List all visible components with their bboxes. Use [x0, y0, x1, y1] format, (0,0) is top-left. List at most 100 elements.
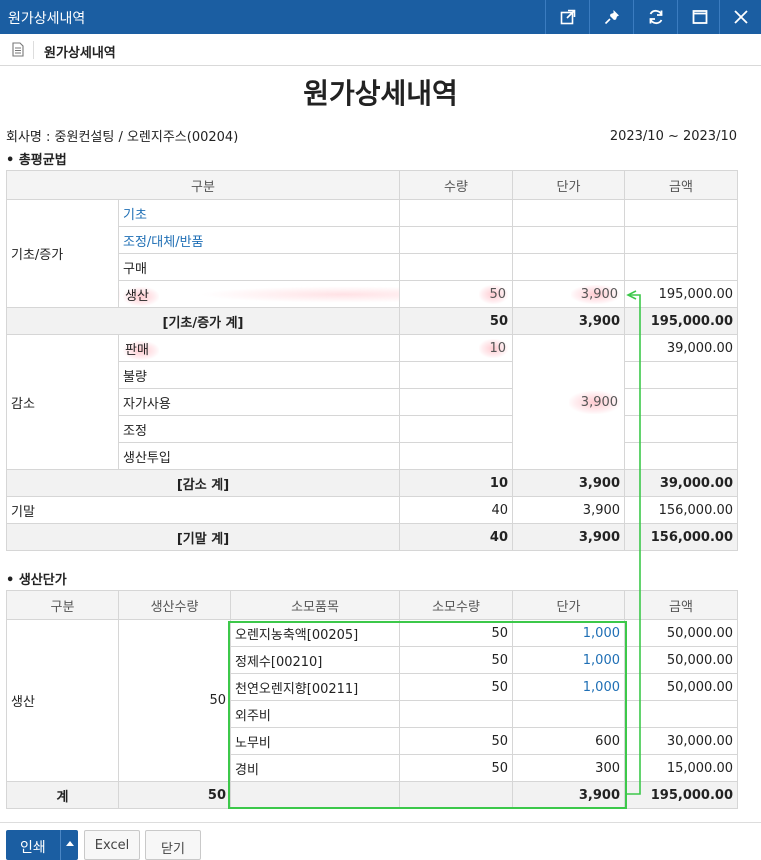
price-cell: 300 — [512, 754, 625, 782]
subtotal-row: [기말 계] 40 3,900 156,000.00 — [5, 523, 739, 551]
row-label: 생산투입 — [117, 442, 401, 470]
amount-cell — [624, 361, 739, 389]
row-label: 조정 — [117, 415, 401, 443]
row-label: 판매 — [117, 334, 401, 362]
header-amount: 금액 — [624, 590, 738, 620]
divider — [33, 41, 34, 59]
price-cell: 3,900 — [512, 496, 626, 524]
tab-bar: 원가상세내역 — [0, 34, 761, 66]
amount-cell: 50,000.00 — [624, 646, 738, 674]
item-cell: 오렌지농축액[00205] — [230, 619, 400, 647]
table-header: 구분 수량 단가 금액 — [5, 170, 739, 200]
refresh-icon — [649, 9, 662, 25]
item-cell: 노무비 — [230, 727, 400, 755]
refresh-button[interactable] — [633, 0, 677, 34]
highlighted-qty: 50 — [479, 284, 509, 304]
price-link[interactable]: 1,000 — [512, 646, 625, 674]
highlighted-label: 생산 — [123, 286, 159, 306]
table-header: 구분 생산수량 소모품목 소모수량 단가 금액 — [6, 590, 738, 620]
amount-cell: 50,000.00 — [624, 673, 738, 701]
qty-cell: 50 — [399, 280, 514, 308]
category-cell: 생산 — [6, 619, 119, 782]
amount-cell — [624, 253, 739, 281]
table-row: 생산 50 오렌지농축액[00205] 50 1,000 50,000.00 — [6, 619, 738, 782]
subtotal-label: [감소 계] — [5, 469, 401, 497]
period: 2023/10 ~ 2023/10 — [609, 129, 737, 144]
price-link[interactable]: 1,000 — [512, 619, 625, 647]
item-cell: 외주비 — [230, 700, 400, 728]
header-price: 단가 — [512, 170, 626, 200]
subtotal-row: [감소 계] 10 3,900 39,000.00 — [5, 469, 739, 497]
qty-cell: 10 — [399, 469, 514, 497]
amount-cell: 156,000.00 — [624, 496, 739, 524]
footer-bar: 인쇄 Excel 닫기 — [0, 822, 761, 860]
header-prod-qty: 생산수량 — [118, 590, 231, 620]
qty-cell — [399, 253, 514, 281]
price-cell: 3,900 — [512, 280, 626, 308]
close-button[interactable] — [719, 0, 761, 34]
window-titlebar: 원가상세내역 — [0, 0, 761, 34]
header-qty: 수량 — [399, 170, 514, 200]
subtotal-label: [기말 계] — [5, 523, 401, 551]
price-cell: 3,900 — [512, 523, 626, 551]
subtotal-label: [기초/증가 계] — [5, 307, 401, 335]
section-title-average: • 총평균법 — [6, 153, 67, 168]
tab-label: 원가상세내역 — [44, 46, 116, 61]
qty-cell: 50 — [399, 673, 513, 701]
header-category: 구분 — [5, 170, 401, 200]
qty-cell: 10 — [399, 334, 514, 362]
price-cell — [512, 226, 626, 254]
highlighted-qty: 10 — [479, 338, 509, 358]
print-label: 인쇄 — [20, 840, 46, 856]
window-title: 원가상세내역 — [8, 11, 86, 27]
pin-button[interactable] — [589, 0, 633, 34]
amount-cell: 195,000.00 — [624, 781, 738, 809]
item-cell: 경비 — [230, 754, 400, 782]
price-cell — [512, 253, 626, 281]
amount-cell: 195,000.00 — [624, 307, 739, 335]
qty-cell: 40 — [399, 496, 514, 524]
print-button[interactable]: 인쇄 — [6, 830, 78, 860]
prod-qty-cell: 50 — [118, 619, 231, 782]
header-used-qty: 소모수량 — [399, 590, 513, 620]
total-row: 계 50 3,900 195,000.00 — [6, 781, 738, 809]
header-amount: 금액 — [624, 170, 739, 200]
header-category: 구분 — [6, 590, 119, 620]
qty-cell — [399, 700, 513, 728]
qty-cell: 50 — [399, 754, 513, 782]
row-label-link[interactable]: 조정/대체/반품 — [117, 226, 401, 254]
amount-cell: 39,000.00 — [624, 469, 739, 497]
close-icon — [733, 10, 748, 24]
row-label: 생산 — [117, 280, 401, 308]
price-cell — [512, 199, 626, 227]
amount-cell — [624, 388, 739, 416]
excel-button[interactable]: Excel — [84, 830, 140, 860]
document-icon — [12, 42, 24, 57]
table-row: 기말 40 3,900 156,000.00 — [5, 496, 739, 524]
close-dialog-button[interactable]: 닫기 — [145, 830, 201, 860]
split-divider — [60, 830, 61, 860]
row-label-link[interactable]: 기초 — [117, 199, 401, 227]
average-cost-table: 구분 수량 단가 금액 기초/증가 기초 조정/대체/반품 구매 생산 50 3… — [5, 170, 739, 551]
section-title-production: • 생산단가 — [6, 573, 67, 588]
qty-cell: 50 — [399, 307, 514, 335]
amount-cell — [624, 415, 739, 443]
popout-button[interactable] — [545, 0, 589, 34]
prod-qty-cell: 50 — [118, 781, 231, 809]
price-link[interactable]: 1,000 — [512, 673, 625, 701]
qty-cell — [399, 226, 514, 254]
amount-cell: 195,000.00 — [624, 280, 739, 308]
maximize-button[interactable] — [677, 0, 721, 34]
popout-icon — [560, 9, 575, 25]
qty-cell — [399, 415, 514, 443]
caret-up-icon[interactable] — [66, 841, 74, 846]
item-cell — [230, 781, 400, 809]
price-cell: 3,900 — [512, 781, 625, 809]
highlighted-price: 3,900 — [570, 284, 621, 304]
table-row: 기초/증가 기초 — [6, 199, 739, 308]
price-cell: 3,900 — [512, 307, 626, 335]
item-cell: 천연오렌지향[00211] — [230, 673, 400, 701]
qty-cell: 50 — [399, 646, 513, 674]
amount-cell: 15,000.00 — [624, 754, 738, 782]
qty-cell: 50 — [399, 727, 513, 755]
